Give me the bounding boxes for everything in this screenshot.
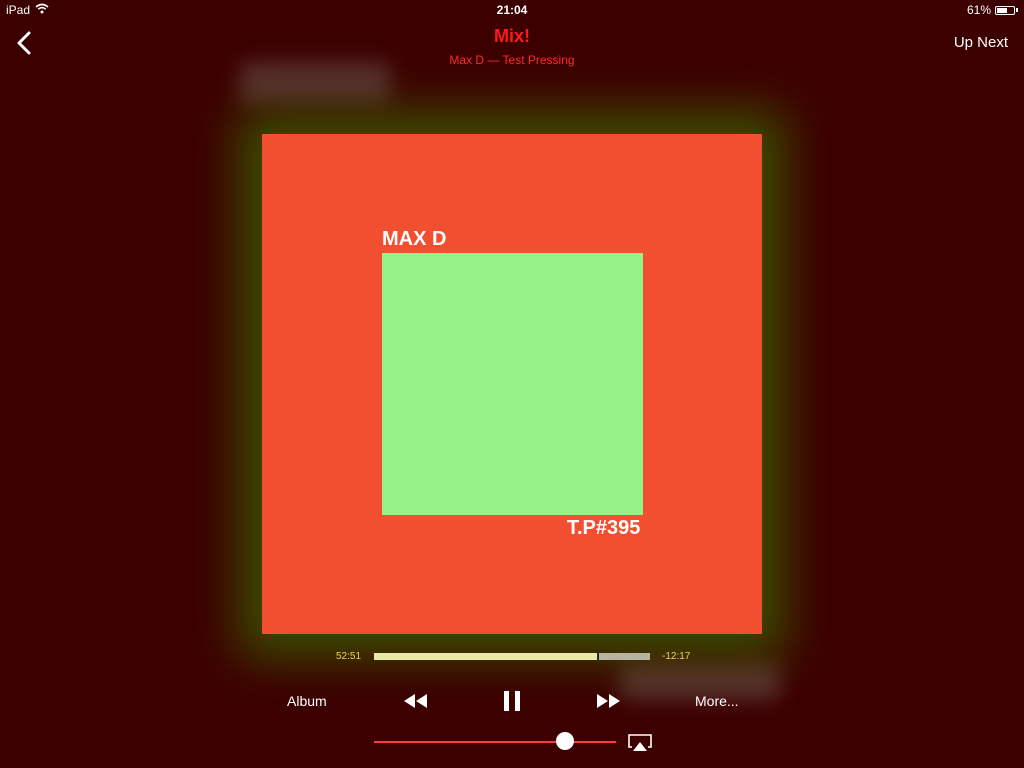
- progress-row: 52:51 -12:17: [0, 648, 1024, 666]
- status-bar: iPad 21:04 61%: [0, 0, 1024, 20]
- battery-tip: [1016, 8, 1018, 12]
- page-title: Mix!: [494, 26, 530, 46]
- status-right: 61%: [967, 3, 1018, 17]
- more-button[interactable]: More...: [695, 693, 739, 709]
- volume-thumb[interactable]: [556, 732, 574, 750]
- pause-icon[interactable]: [499, 688, 525, 714]
- time-elapsed: 52:51: [336, 651, 362, 662]
- album-button[interactable]: Album: [287, 693, 327, 709]
- artwork-artist-text: MAX D: [382, 228, 447, 250]
- playback-controls: Album More...: [0, 686, 1024, 716]
- up-next-button[interactable]: Up Next: [954, 34, 1008, 51]
- artwork-inner-square: [382, 253, 643, 515]
- background-blur: [240, 62, 390, 104]
- album-artwork: MAX D T.P#395: [262, 134, 762, 634]
- battery-fill: [997, 7, 1007, 13]
- artwork-catalog-text: T.P#395: [567, 517, 641, 539]
- volume-slider[interactable]: [374, 741, 616, 743]
- status-time: 21:04: [496, 3, 528, 17]
- fast-forward-icon[interactable]: [596, 688, 622, 714]
- battery-icon: [995, 5, 1015, 15]
- page-subtitle: Max D — Test Pressing: [449, 53, 575, 67]
- time-remaining: -12:17: [662, 651, 691, 662]
- progress-scrubber[interactable]: [374, 650, 650, 663]
- rewind-icon[interactable]: [402, 688, 428, 714]
- volume-row: [0, 730, 1024, 754]
- airplay-icon[interactable]: [628, 734, 652, 752]
- progress-thumb[interactable]: [597, 650, 599, 663]
- battery-percent: 61%: [966, 3, 991, 17]
- progress-fill: [374, 653, 598, 660]
